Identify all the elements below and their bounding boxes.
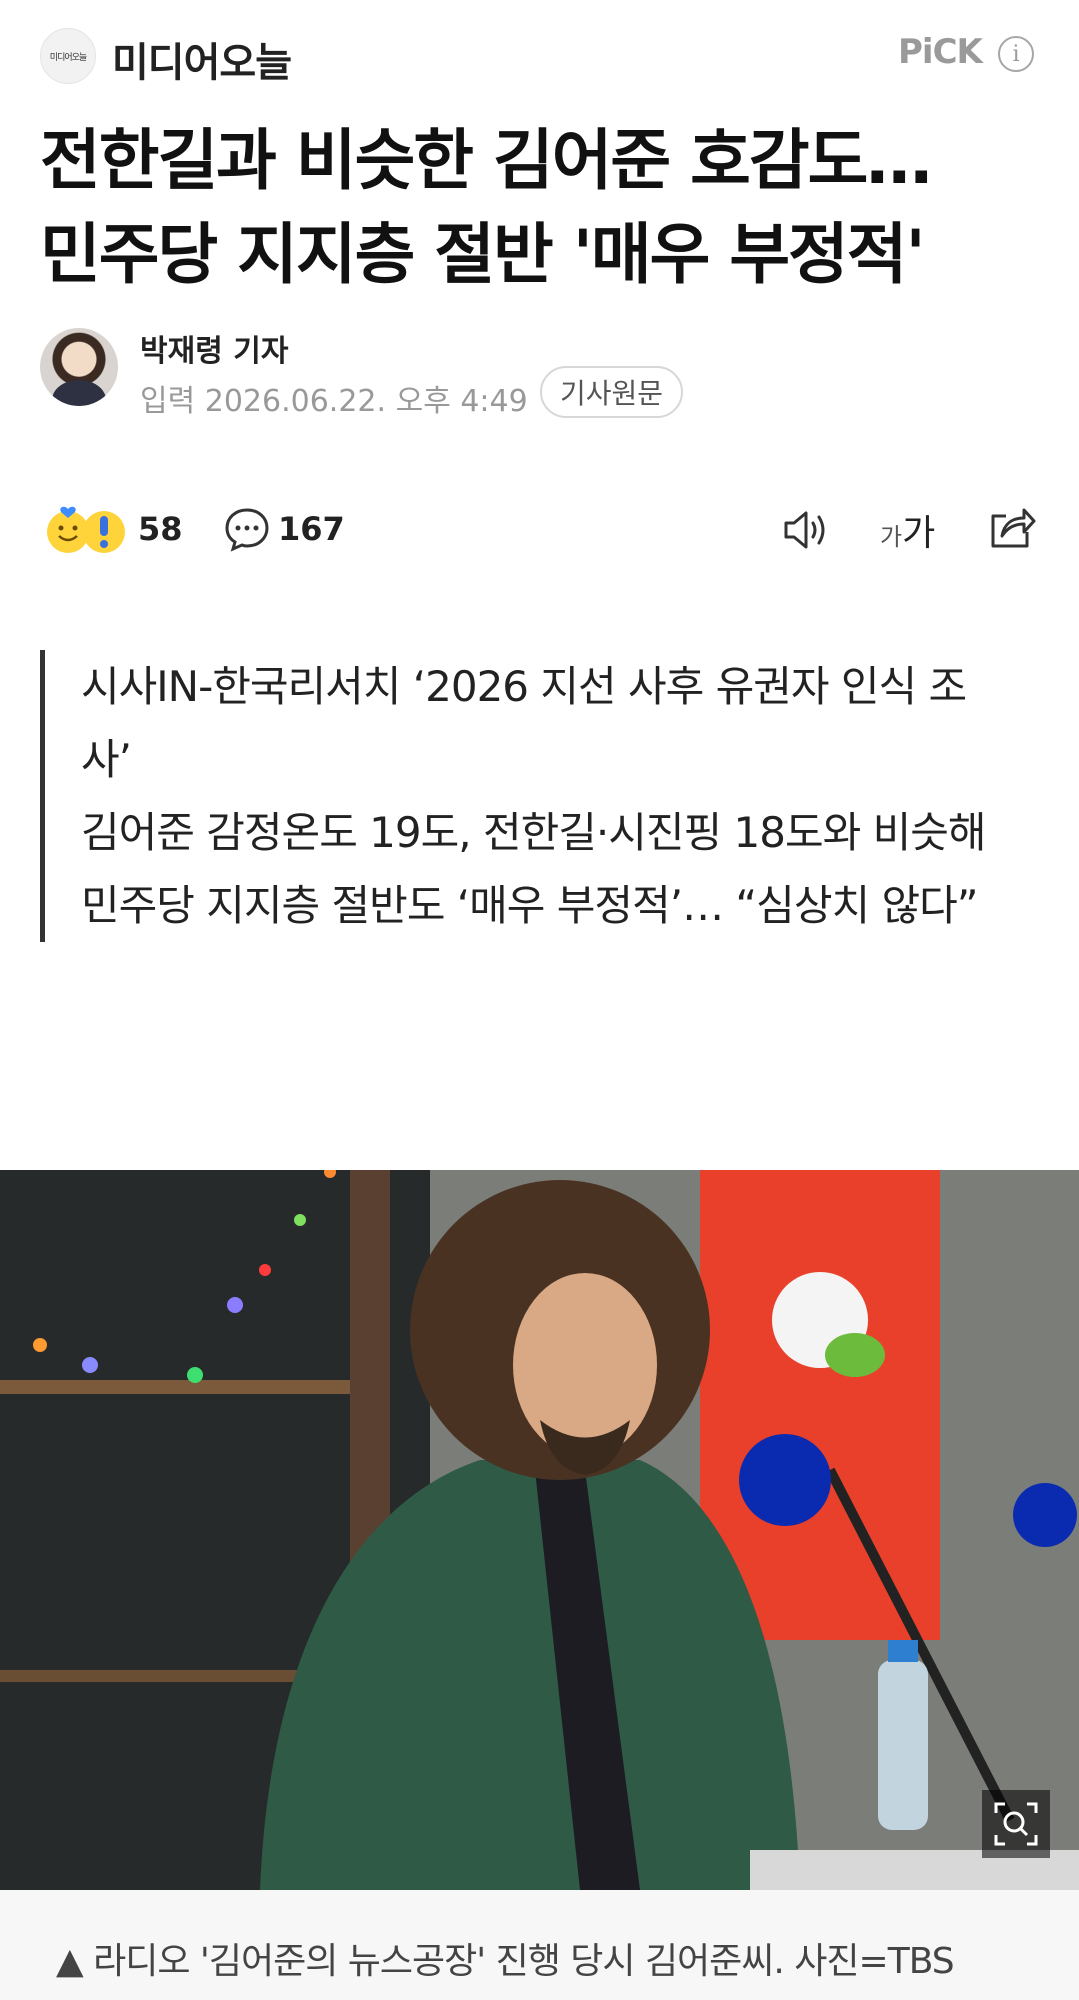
press-logo-text: 미디어오늘 <box>49 52 87 63</box>
press-logo[interactable]: 미디어오늘 <box>40 28 96 84</box>
photo-illustration <box>0 1170 1079 1890</box>
text-to-speech-icon[interactable] <box>780 504 832 556</box>
font-size-button[interactable]: 가가 <box>880 504 935 556</box>
summary-line: 민주당 지지층 절반도 ‘매우 부정적’… “심상치 않다” <box>81 881 978 930</box>
headline-line-1: 전한길과 비슷한 김어준 호감도… <box>40 122 932 199</box>
info-icon[interactable]: i <box>998 36 1034 72</box>
summary-line: 김어준 감정온도 19도, 전한길·시진핑 18도와 비슷해 <box>81 808 987 857</box>
date-value: 2026.06.22. 오후 4:49 <box>204 384 528 419</box>
font-size-small-label: 가 <box>880 523 903 551</box>
photo-caption: ▲ 라디오 '김어준의 뉴스공장' 진행 당시 김어준씨. 사진=TBS <box>56 1941 955 1982</box>
original-article-button[interactable]: 기사원문 <box>540 366 684 418</box>
reaction-count[interactable]: 58 <box>138 510 183 548</box>
share-icon[interactable] <box>986 502 1036 552</box>
summary-line: 시사IN-한국리서치 ‘2026 지선 사후 유권자 인식 조사’ <box>81 662 967 784</box>
article-header: 미디어오늘 미디어오늘 PiCK i <box>0 0 1079 110</box>
headline: 전한길과 비슷한 김어준 호감도… 민주당 지지층 절반 '매우 부정적' <box>40 114 1050 302</box>
reaction-emoji-icon[interactable] <box>44 504 128 556</box>
comment-count[interactable]: 167 <box>278 510 345 548</box>
comment-icon[interactable] <box>224 506 270 552</box>
article-toolbar: 58 167 가가 <box>0 490 1079 570</box>
headline-line-2: 민주당 지지층 절반 '매우 부정적' <box>40 216 926 293</box>
reporter-avatar[interactable] <box>40 328 118 406</box>
published-date: 입력 2026.06.22. 오후 4:49 <box>140 376 528 420</box>
microphone <box>739 1434 831 1526</box>
font-size-large-label: 가 <box>902 513 936 554</box>
photo-zoom-button[interactable] <box>982 1790 1050 1858</box>
article-photo[interactable] <box>0 1170 1079 1890</box>
reporter-name[interactable]: 박재령 기자 <box>140 326 288 370</box>
press-name[interactable]: 미디어오늘 <box>112 30 292 88</box>
date-label: 입력 <box>140 384 196 419</box>
article-summary: 시사IN-한국리서치 ‘2026 지선 사후 유권자 인식 조사’ 김어준 감정… <box>40 650 1000 942</box>
pick-badge: PiCK <box>898 32 983 72</box>
zoom-search-icon <box>994 1802 1038 1846</box>
